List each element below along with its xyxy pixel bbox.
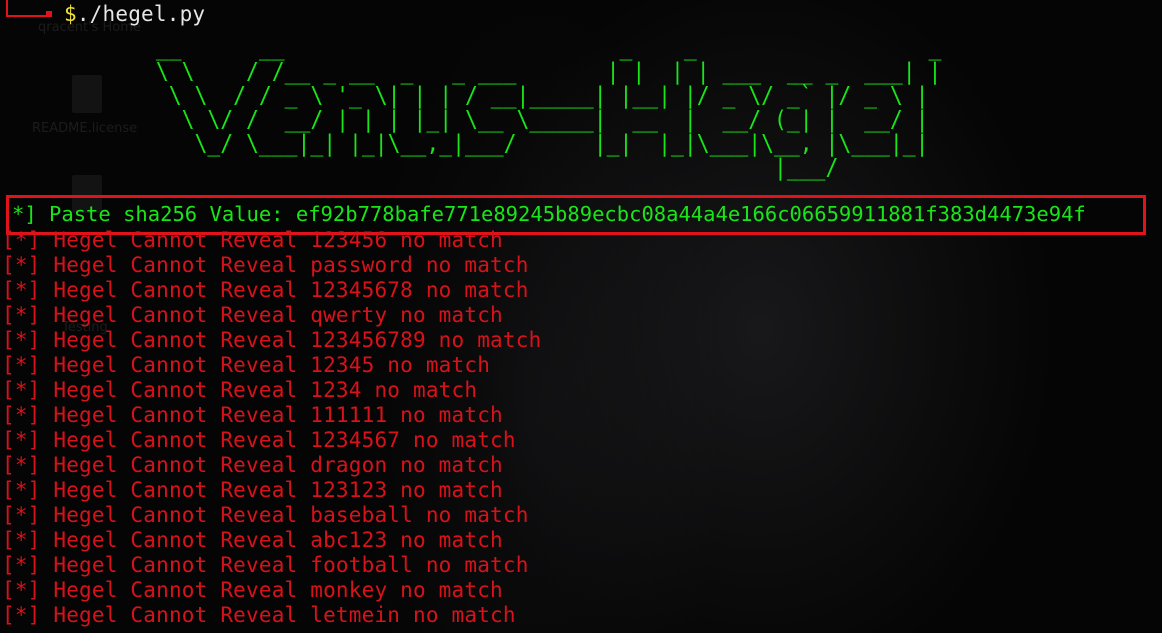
result-line: [*] Hegel Cannot Reveal letmein no match xyxy=(2,603,516,627)
ascii-banner: __ __ _ _ _ \ \ / /__ _ __ _ _ ___ | | |… xyxy=(155,35,942,181)
result-line: [*] Hegel Cannot Reveal 1234 no match xyxy=(2,378,478,402)
result-line: [*] Hegel Cannot Reveal 1234567 no match xyxy=(2,428,516,452)
command-line: $./hegel.py xyxy=(64,2,205,27)
result-line: [*] Hegel Cannot Reveal qwerty no match xyxy=(2,303,503,327)
result-line: [*] Hegel Cannot Reveal baseball no matc… xyxy=(2,503,529,527)
result-line: [*] Hegel Cannot Reveal 123456789 no mat… xyxy=(2,328,542,352)
result-line: [*] Hegel Cannot Reveal 111111 no match xyxy=(2,403,503,427)
hash-input-line: *] Paste sha256 Value: ef92b778bafe771e8… xyxy=(12,202,1086,226)
result-line: [*] Hegel Cannot Reveal 123456 no match xyxy=(2,228,503,252)
result-line: [*] Hegel Cannot Reveal 12345 no match xyxy=(2,353,491,377)
result-line: [*] Hegel Cannot Reveal dragon no match xyxy=(2,453,503,477)
command-text: ./hegel.py xyxy=(76,2,206,26)
result-line: [*] Hegel Cannot Reveal 12345678 no matc… xyxy=(2,278,529,302)
terminal-window[interactable]: qracent's Home README.license Testing $.… xyxy=(0,0,1162,633)
result-line: [*] Hegel Cannot Reveal monkey no match xyxy=(2,578,503,602)
result-line: [*] Hegel Cannot Reveal abc123 no match xyxy=(2,528,503,552)
result-line: [*] Hegel Cannot Reveal 123123 no match xyxy=(2,478,503,502)
result-line: [*] Hegel Cannot Reveal football no matc… xyxy=(2,553,529,577)
result-line: [*] Hegel Cannot Reveal password no matc… xyxy=(2,253,529,277)
prompt-symbol: $ xyxy=(64,2,77,26)
desktop-icon-label-readme: README.license xyxy=(32,121,138,136)
prompt-arrow-icon xyxy=(46,11,52,17)
document-icon xyxy=(72,75,102,113)
